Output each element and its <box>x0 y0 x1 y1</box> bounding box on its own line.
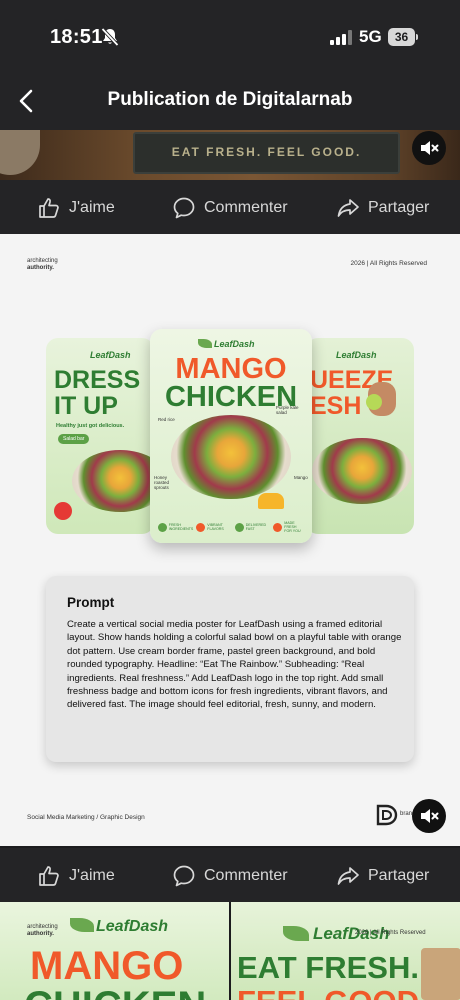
speaker-muted-icon <box>421 809 439 823</box>
prompt-box: Prompt Create a vertical social media po… <box>46 576 414 762</box>
comment-bubble-icon <box>173 865 195 887</box>
comment-button[interactable]: Commenter <box>172 863 288 889</box>
mango-slice <box>258 493 284 509</box>
bell-muted-icon <box>101 27 119 47</box>
poster-left-headline-2: IT UP <box>54 392 118 420</box>
poster-left-headline-1: DRESS <box>54 366 141 394</box>
page-title: Publication de Digitalarnab <box>107 89 353 110</box>
next-post-image[interactable]: architecting authority. LeafDash MANGO C… <box>0 902 460 1000</box>
mute-button[interactable] <box>412 799 446 833</box>
icon-made-fresh: MADE FRESH FOR YOU <box>273 521 304 533</box>
comment-label: Commenter <box>204 867 288 884</box>
previous-post-image[interactable]: EAT FRESH. FEEL GOOD. <box>0 130 460 180</box>
leaf-icon <box>70 918 94 932</box>
rights-text: 2026 | All Rights Reserved <box>355 930 426 936</box>
salad-bowl <box>312 438 412 504</box>
callout-sprouts: Honey roasted sprouts <box>154 475 170 490</box>
callout-purple-kale: Purple kale salad <box>276 405 299 415</box>
like-label: J'aime <box>69 199 115 216</box>
next-poster-right: LeafDash 2026 | All Rights Reserved EAT … <box>231 902 460 1000</box>
callout-red-rice: Red rice <box>158 417 175 422</box>
leaf-icon <box>283 926 309 941</box>
lime <box>366 394 382 410</box>
comment-label: Commenter <box>204 199 288 216</box>
poster-logo: LeafDash <box>214 339 255 349</box>
brand-wordmark: architecting authority. <box>27 258 58 271</box>
status-time: 18:51 <box>50 26 103 48</box>
icon-delivered-fast: DELIVERED FAST <box>234 522 266 532</box>
nav-header: Publication de Digitalarnab <box>0 72 460 130</box>
battery-icon: 36 <box>388 28 418 46</box>
action-bar: J'aime Commenter Partager <box>0 848 460 902</box>
prompt-title: Prompt <box>67 595 115 610</box>
signal-icon <box>330 30 352 45</box>
poster-center-headline-1: MANGO <box>175 353 287 385</box>
battery-level: 36 <box>388 28 415 46</box>
poster-right: LeafDash UEEZE ESH <box>306 338 414 534</box>
prompt-text: Create a vertical social media poster fo… <box>67 619 402 711</box>
thumbs-up-icon <box>39 198 59 218</box>
post-image[interactable]: architecting authority. 2026 | All Right… <box>0 234 460 846</box>
icon-vibrant-flavors: VIBRANT FLAVORS <box>196 522 227 532</box>
callout-mango: Mango <box>294 475 308 480</box>
doormat: EAT FRESH. FEEL GOOD. <box>133 132 400 174</box>
poster-left-subline: Healthy just got delicious. <box>56 423 125 429</box>
next-right-headline-2: FEEL GOOD <box>237 986 419 1000</box>
speaker-muted-icon <box>421 141 439 155</box>
share-button[interactable]: Partager <box>336 863 429 889</box>
poster-icon-row: FRESH INGREDIENTS VIBRANT FLAVORS DELIVE… <box>150 515 312 539</box>
share-label: Partager <box>368 199 430 216</box>
like-button[interactable]: J'aime <box>37 863 115 889</box>
poster-left: LeafDash DRESS IT UP Healthy just got de… <box>46 338 154 534</box>
mute-button[interactable] <box>412 131 446 165</box>
poster-logo: LeafDash <box>96 918 169 935</box>
brand-logo-icon <box>376 804 398 826</box>
poster-left-badge: Salad bar <box>58 434 90 444</box>
plant-pot <box>0 130 40 175</box>
action-bar: J'aime Commenter Partager <box>0 180 460 234</box>
status-bar: 18:51 5G 36 <box>0 0 460 72</box>
thumbs-up-icon <box>39 866 59 886</box>
next-left-headline-1: MANGO <box>30 944 184 988</box>
brand-wordmark: architecting authority. <box>27 924 58 937</box>
footer-category: Social Media Marketing / Graphic Design <box>27 814 145 821</box>
poster-center: LeafDash MANGO CHICKEN Purple kale salad… <box>150 329 312 543</box>
poster-right-headline-2: ESH <box>310 392 362 420</box>
comment-bubble-icon <box>173 197 195 219</box>
salad-bowl <box>72 450 154 512</box>
share-arrow-icon <box>337 867 359 885</box>
poster-logo: LeafDash <box>90 350 131 360</box>
tomato <box>54 502 72 520</box>
paper-bag <box>421 948 460 1000</box>
doormat-text: EAT FRESH. FEEL GOOD. <box>171 145 362 159</box>
network-type: 5G <box>359 27 382 46</box>
like-button[interactable]: J'aime <box>37 195 115 221</box>
icon-fresh-ingredients: FRESH INGREDIENTS <box>157 522 193 532</box>
like-label: J'aime <box>69 867 115 884</box>
share-button[interactable]: Partager <box>336 195 429 221</box>
leaf-icon <box>198 339 212 348</box>
next-right-headline-1: EAT FRESH. <box>237 950 419 985</box>
rights-text: 2026 | All Rights Reserved <box>350 260 427 267</box>
share-label: Partager <box>368 867 430 884</box>
poster-logo: LeafDash <box>336 350 377 360</box>
next-poster-left: architecting authority. LeafDash MANGO C… <box>0 902 229 1000</box>
comment-button[interactable]: Commenter <box>172 195 288 221</box>
next-left-headline-2: CHICKEN <box>24 986 206 1000</box>
share-arrow-icon <box>337 199 359 217</box>
salad-bowl <box>171 415 291 499</box>
